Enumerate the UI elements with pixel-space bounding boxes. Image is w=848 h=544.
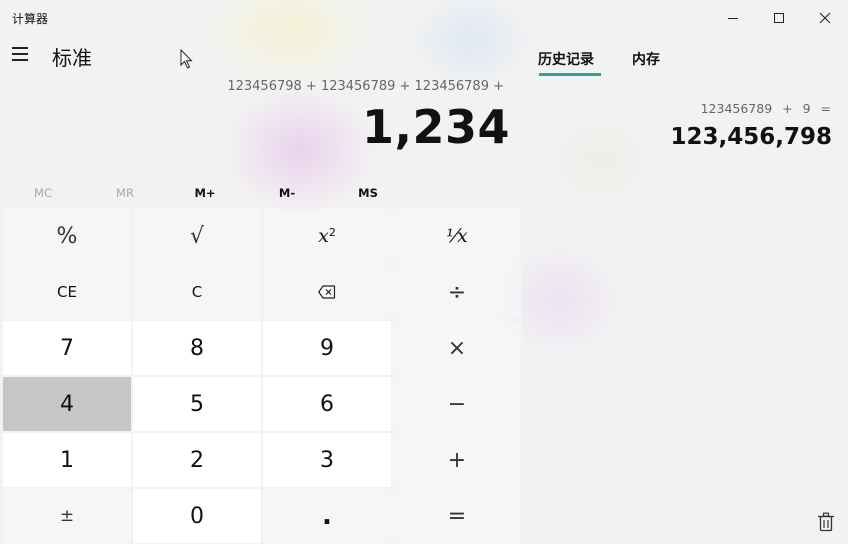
multiply-button[interactable]: ×: [393, 321, 521, 375]
digit-9-button[interactable]: 9: [263, 321, 391, 375]
trash-icon: [818, 512, 834, 532]
decimal-button[interactable]: .: [263, 489, 391, 543]
tab-memory[interactable]: 内存: [632, 49, 660, 69]
minimize-icon: [728, 18, 738, 19]
digit-6-button[interactable]: 6: [263, 377, 391, 431]
history-item-expression[interactable]: 123456789 + 9 =: [701, 101, 831, 116]
digit-0-button[interactable]: 0: [133, 489, 261, 543]
keypad: % √ x2 ⅟x CE C ÷ 7 8 9 × 4 5 6 − 1 2 3 +…: [3, 209, 521, 543]
add-button[interactable]: +: [393, 433, 521, 487]
menu-icon: [12, 47, 28, 49]
digit-5-button[interactable]: 5: [133, 377, 261, 431]
backspace-icon: [318, 285, 336, 299]
memory-clear-button[interactable]: MC: [3, 182, 83, 204]
maximize-button[interactable]: [756, 0, 802, 36]
active-tab-indicator: [539, 73, 601, 76]
mouse-pointer-icon: [180, 49, 193, 69]
memory-add-button[interactable]: M+: [165, 182, 245, 204]
digit-4-button[interactable]: 4: [3, 377, 131, 431]
square-base: x: [318, 225, 329, 247]
memory-store-button[interactable]: MS: [328, 182, 408, 204]
digit-3-button[interactable]: 3: [263, 433, 391, 487]
tab-history[interactable]: 历史记录: [538, 49, 594, 69]
negate-button[interactable]: ±: [3, 489, 131, 543]
close-icon: [819, 12, 831, 24]
memory-row: MC MR M+ M- MS: [0, 182, 410, 204]
title-bar: 计算器: [0, 0, 848, 36]
mode-title: 标准: [52, 46, 92, 70]
digit-1-button[interactable]: 1: [3, 433, 131, 487]
square-root-button[interactable]: √: [133, 209, 261, 263]
expression-display: 123456798 + 123456789 + 123456789 +: [227, 79, 504, 94]
reciprocal-button[interactable]: ⅟x: [393, 209, 521, 263]
digit-7-button[interactable]: 7: [3, 321, 131, 375]
clear-entry-button[interactable]: CE: [3, 265, 131, 319]
result-display: 1,234: [361, 100, 510, 154]
backspace-button[interactable]: [263, 265, 391, 319]
memory-recall-button[interactable]: MR: [85, 182, 165, 204]
app-title: 计算器: [12, 12, 49, 26]
equals-button[interactable]: =: [393, 489, 521, 543]
maximize-icon: [774, 13, 784, 23]
percent-button[interactable]: %: [3, 209, 131, 263]
close-button[interactable]: [802, 0, 848, 36]
minimize-button[interactable]: [710, 0, 756, 36]
clear-button[interactable]: C: [133, 265, 261, 319]
menu-button[interactable]: [8, 40, 32, 68]
square-exponent: 2: [328, 225, 336, 239]
digit-2-button[interactable]: 2: [133, 433, 261, 487]
clear-history-button[interactable]: [817, 512, 839, 536]
subtract-button[interactable]: −: [393, 377, 521, 431]
digit-8-button[interactable]: 8: [133, 321, 261, 375]
memory-subtract-button[interactable]: M-: [247, 182, 327, 204]
divide-button[interactable]: ÷: [393, 265, 521, 319]
history-item-result[interactable]: 123,456,798: [670, 124, 832, 150]
square-button[interactable]: x2: [263, 209, 391, 263]
